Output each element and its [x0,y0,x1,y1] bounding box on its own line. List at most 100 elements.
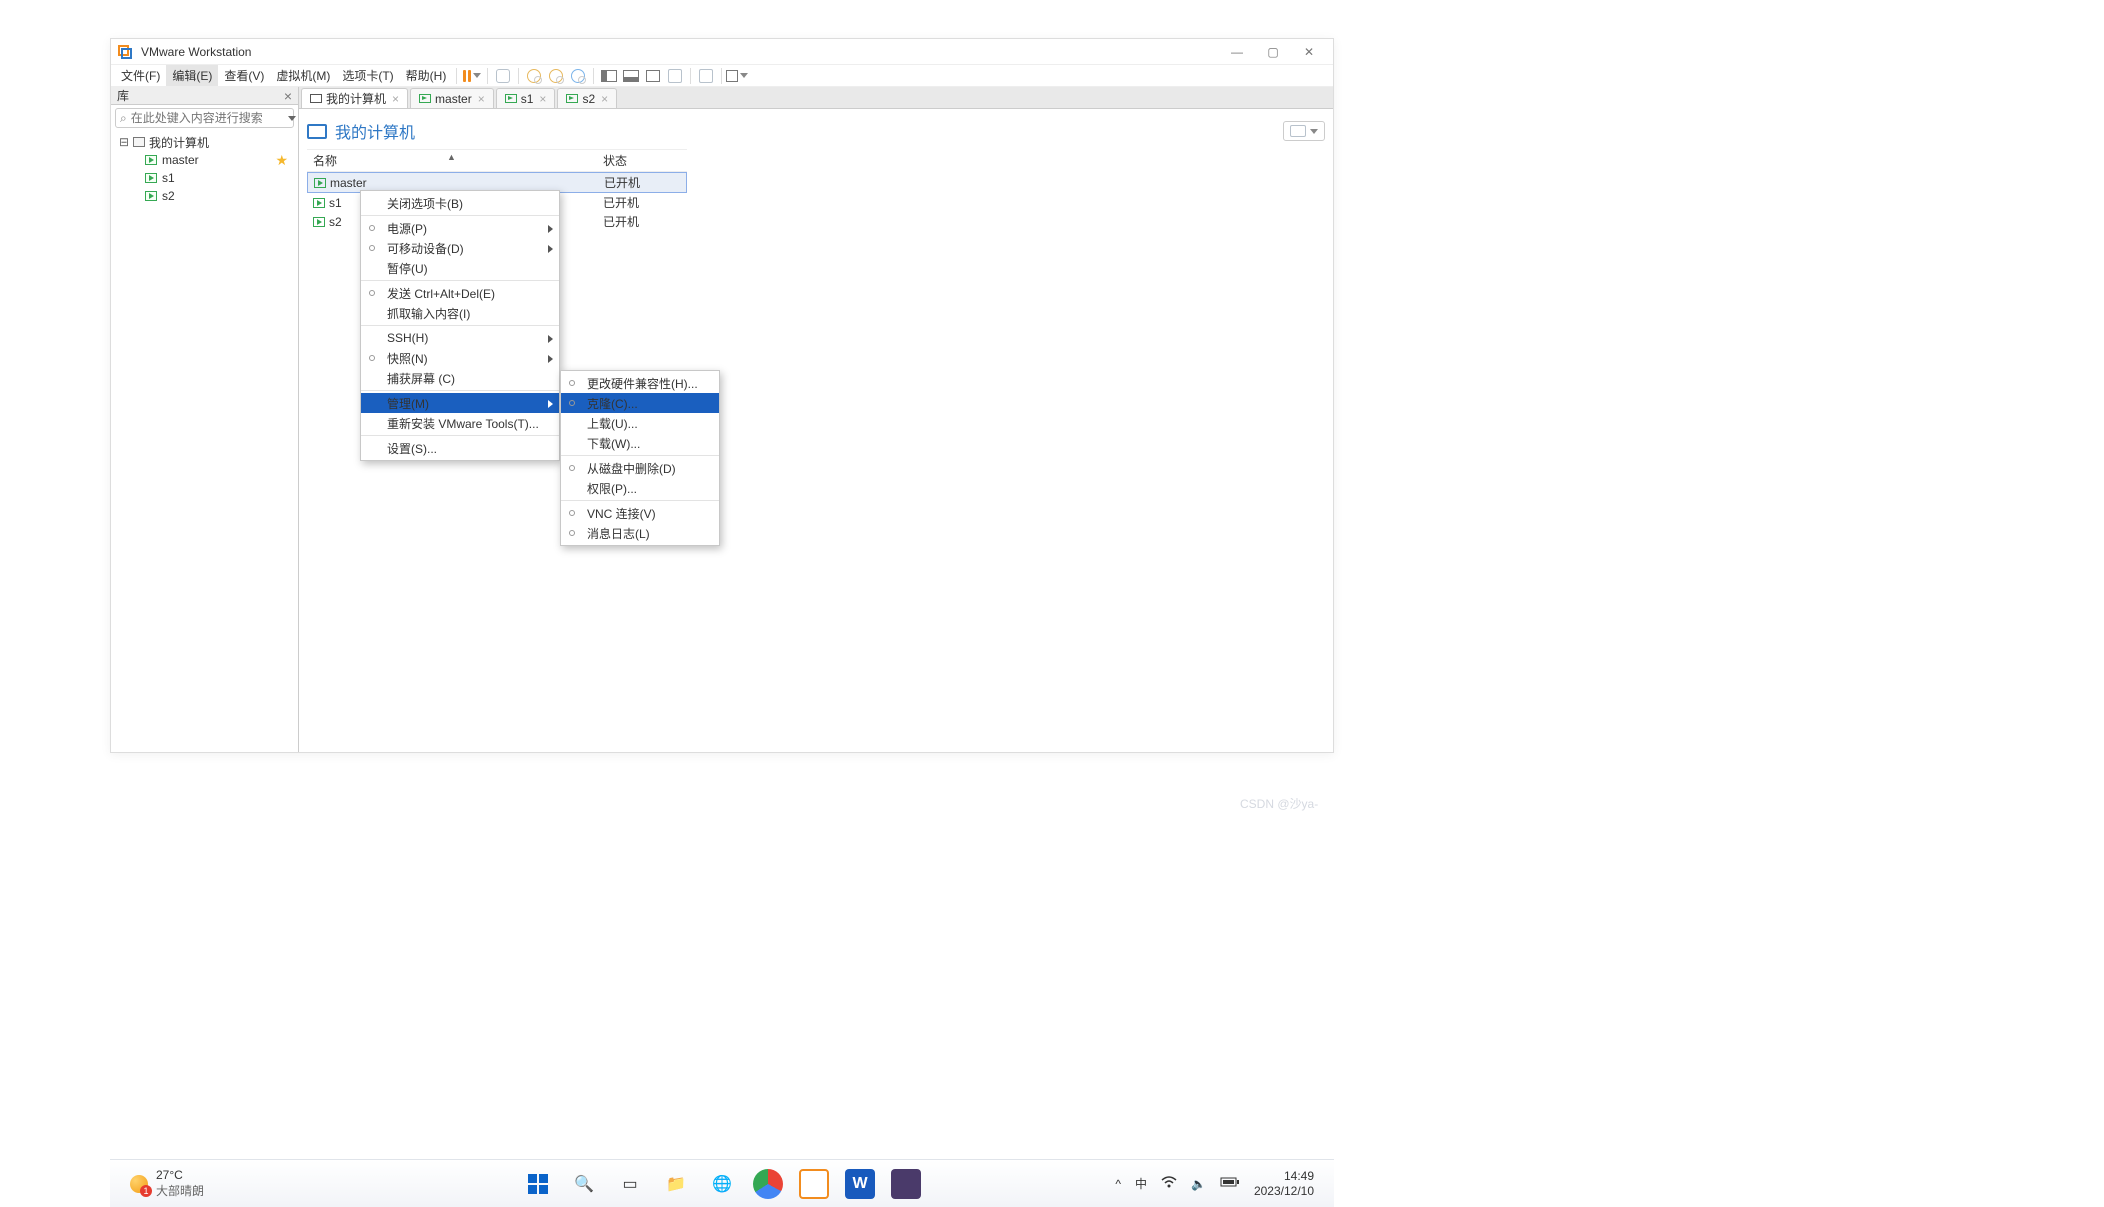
pause-button[interactable] [461,66,483,86]
window-maximize-button[interactable]: ▢ [1255,41,1291,63]
tab-master[interactable]: master × [410,88,494,108]
tab-my-computer[interactable]: 我的计算机 × [301,88,408,108]
layout-sidebar-button[interactable] [598,66,620,86]
cell-status: 已开机 [598,173,646,192]
column-name[interactable]: 名称 [307,150,597,171]
window-minimize-button[interactable]: — [1219,41,1255,63]
vm-icon [145,173,157,183]
taskbar-pinned: 🔍 ▭ 📁 🌐 W [523,1169,921,1199]
menu-item[interactable]: 发送 Ctrl+Alt+Del(E) [361,283,559,303]
wifi-icon[interactable] [1161,1176,1177,1191]
tree-item-s2[interactable]: s2 [115,187,294,205]
menu-item[interactable]: 关闭选项卡(B) [361,193,559,213]
cell-name: master [330,176,367,190]
menu-item[interactable]: 抓取输入内容(I) [361,303,559,323]
grid-icon [1290,125,1306,137]
menu-item[interactable]: VNC 连接(V) [561,503,719,523]
tab-close-button[interactable]: × [392,92,399,106]
send-keys-button[interactable] [492,66,514,86]
layout-unity-button[interactable] [664,66,686,86]
tab-close-button[interactable]: × [478,92,485,106]
menu-item-label: 暂停(U) [387,260,428,277]
file-explorer-button[interactable]: 📁 [661,1169,691,1199]
menu-bullet-icon [369,245,375,251]
volume-icon[interactable]: 🔈 [1191,1177,1206,1191]
app-button[interactable] [891,1169,921,1199]
menu-item[interactable]: SSH(H) [361,328,559,348]
menu-item-label: 管理(M) [387,395,429,412]
menu-item[interactable]: 消息日志(L) [561,523,719,543]
tree-root-my-computer[interactable]: ⊟ 我的计算机 [115,133,294,151]
systray-overflow-button[interactable]: ^ [1115,1177,1121,1191]
menu-item[interactable]: 可移动设备(D) [361,238,559,258]
menu-tabs[interactable]: 选项卡(T) [336,65,399,86]
tab-close-button[interactable]: × [539,92,546,106]
weather-icon [130,1175,148,1193]
edge-button[interactable]: 🌐 [707,1169,737,1199]
menu-item[interactable]: 暂停(U) [361,258,559,278]
stretch-button[interactable] [726,66,748,86]
start-button[interactable] [523,1169,553,1199]
search-dropdown-icon[interactable] [288,116,296,121]
tree-item-master[interactable]: master ★ [115,151,294,169]
task-view-button[interactable]: ▭ [615,1169,645,1199]
menu-file[interactable]: 文件(F) [115,65,166,86]
titlebar: VMware Workstation — ▢ ✕ [111,39,1333,65]
cell-status: 已开机 [597,212,645,231]
menu-item-label: 捕获屏幕 (C) [387,370,455,387]
tab-s2[interactable]: s2 × [557,88,617,108]
view-mode-button[interactable] [1283,121,1325,141]
favorite-star-icon[interactable]: ★ [271,151,294,169]
menu-view[interactable]: 查看(V) [218,65,270,86]
menu-item-label: SSH(H) [387,331,428,345]
vm-icon [314,178,326,188]
sidebar-close-button[interactable]: × [284,89,292,103]
menu-item[interactable]: 管理(M) [361,393,559,413]
clock[interactable]: 14:49 2023/12/10 [1254,1169,1314,1198]
fullscreen-button[interactable] [695,66,717,86]
layout-bottom-button[interactable] [620,66,642,86]
tab-close-button[interactable]: × [601,92,608,106]
menu-item[interactable]: 克隆(C)... [561,393,719,413]
snapshot-revert-button[interactable] [545,66,567,86]
menu-separator [561,455,719,456]
window-close-button[interactable]: ✕ [1291,41,1327,63]
snapshot-manager-button[interactable] [567,66,589,86]
vmware-taskbar-button[interactable] [799,1169,829,1199]
menu-item[interactable]: 设置(S)... [361,438,559,458]
app-title: VMware Workstation [141,45,1219,59]
chevron-down-icon [1310,129,1318,134]
app-window: VMware Workstation — ▢ ✕ 文件(F) 编辑(E) 查看(… [110,38,1334,753]
menu-edit[interactable]: 编辑(E) [166,65,218,86]
menu-vm[interactable]: 虚拟机(M) [270,65,336,86]
tab-s1[interactable]: s1 × [496,88,556,108]
tree-item-s1[interactable]: s1 [115,169,294,187]
menu-item-label: 可移动设备(D) [387,240,464,257]
menu-help[interactable]: 帮助(H) [400,65,453,86]
menu-item-label: 电源(P) [387,220,427,237]
tree-collapse-icon[interactable]: ⊟ [119,135,129,149]
chrome-button[interactable] [753,1169,783,1199]
snapshot-take-button[interactable] [523,66,545,86]
menu-item[interactable]: 捕获屏幕 (C) [361,368,559,388]
menu-bullet-icon [569,400,575,406]
sidebar-search[interactable]: ⌕ [115,108,294,128]
menu-bullet-icon [569,380,575,386]
layout-full-button[interactable] [642,66,664,86]
taskbar-weather[interactable]: 27°C 大部晴朗 [130,1168,204,1199]
sidebar-search-input[interactable] [131,111,286,125]
search-button[interactable]: 🔍 [569,1169,599,1199]
tab-label: s1 [521,92,534,106]
column-status[interactable]: 状态 [597,150,633,171]
toolbar-separator [518,68,519,84]
ime-indicator[interactable]: 中 [1135,1175,1147,1192]
vm-icon [145,191,157,201]
menu-item[interactable]: 快照(N) [361,348,559,368]
menu-item[interactable]: 电源(P) [361,218,559,238]
weather-temp: 27°C [156,1168,204,1182]
word-button[interactable]: W [845,1169,875,1199]
battery-icon[interactable] [1220,1176,1240,1191]
page-title: 我的计算机 [335,119,415,143]
menu-item-label: 下载(W)... [587,435,640,452]
cell-name: s1 [329,196,342,210]
